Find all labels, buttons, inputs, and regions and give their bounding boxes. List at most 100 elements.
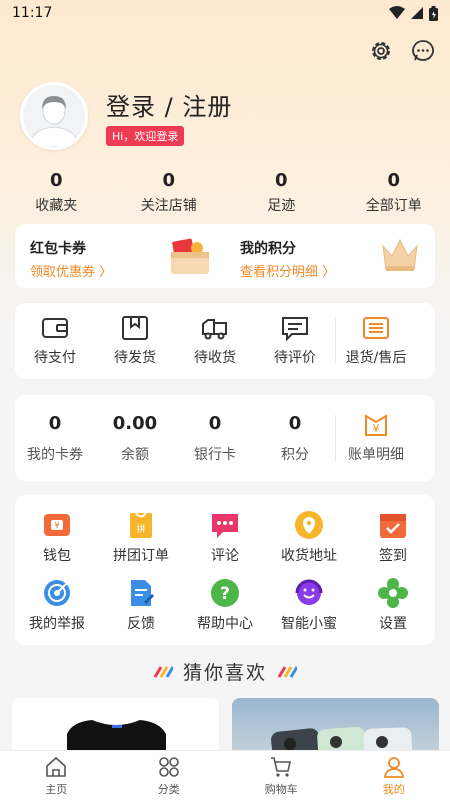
service-label: 帮助中心	[197, 616, 253, 632]
decor-stripe-icon	[277, 665, 297, 678]
order-pending-payment[interactable]: 待支付	[15, 315, 95, 367]
recommend-header: 猜你喜欢	[0, 658, 450, 685]
stat-footprints[interactable]: 0 足迹	[225, 170, 338, 215]
stat-followed-shops[interactable]: 0 关注店铺	[113, 170, 226, 215]
location-pin-icon	[295, 511, 323, 539]
points-entry[interactable]: 我的积分 查看积分明细 〉	[225, 224, 435, 288]
service-comments[interactable]: 评论	[183, 509, 267, 565]
service-label: 反馈	[127, 616, 155, 632]
welcome-badge: Hi，欢迎登录	[106, 125, 185, 146]
decor-stripe-icon	[153, 665, 173, 678]
recommend-title: 猜你喜欢	[182, 662, 267, 684]
service-label: 评论	[211, 548, 239, 564]
wallet-value: 0.00	[112, 412, 158, 434]
avatar[interactable]	[20, 82, 88, 150]
report-target-icon	[44, 580, 70, 606]
delivery-truck-icon	[202, 319, 227, 340]
wifi-icon	[389, 6, 405, 19]
stat-favorites[interactable]: 0 收藏夹	[0, 170, 113, 215]
service-label: 钱包	[43, 548, 71, 564]
service-help-center[interactable]: ? 帮助中心	[183, 577, 267, 633]
svg-text:?: ?	[220, 584, 230, 604]
wallet-outline-icon	[42, 318, 68, 338]
wallet-balance[interactable]: 0.00 余额	[95, 413, 175, 464]
services-card: ¥ 钱包 拼 拼团订单 评论 收货地址 签到 我的举报 反馈 ? 帮助中心 智能…	[15, 495, 435, 645]
wallet-my-coupons[interactable]: 0 我的卡券	[15, 413, 95, 464]
tab-cart[interactable]: 购物车	[225, 751, 338, 800]
tab-label: 购物车	[264, 783, 298, 796]
package-icon	[122, 316, 148, 340]
categories-icon	[158, 757, 179, 777]
wallet-bill-details[interactable]: ¥ 账单明细	[336, 412, 416, 464]
crown-icon	[382, 238, 418, 271]
service-smart-assistant[interactable]: 智能小蜜	[267, 577, 351, 633]
stat-all-orders[interactable]: 0 全部订单	[338, 170, 450, 215]
login-register-link[interactable]: 登录 / 注册	[106, 87, 232, 122]
order-label: 待发货	[114, 350, 156, 366]
order-label: 待支付	[34, 350, 76, 366]
tab-categories[interactable]: 分类	[113, 751, 226, 800]
battery-icon	[429, 5, 438, 21]
wallet-points[interactable]: 0 积分	[255, 413, 335, 464]
service-wallet[interactable]: ¥ 钱包	[15, 509, 99, 565]
stat-value: 0	[162, 170, 176, 191]
stat-label: 关注店铺	[140, 198, 197, 214]
wallet-value: 0	[48, 412, 62, 434]
wallet-bank-cards[interactable]: 0 银行卡	[175, 413, 255, 464]
tab-home[interactable]: 主页	[0, 751, 113, 800]
wallet-value: 0	[208, 412, 222, 434]
service-label: 签到	[379, 548, 407, 564]
wallet-label: 余额	[121, 446, 149, 463]
wallet-label: 账单明细	[348, 447, 404, 463]
profile-section: 登录 / 注册 Hi，欢迎登录	[20, 82, 232, 150]
service-group-orders[interactable]: 拼 拼团订单	[99, 509, 183, 565]
wallet-icon: ¥	[44, 514, 70, 536]
service-my-reports[interactable]: 我的举报	[15, 577, 99, 633]
service-feedback[interactable]: 反馈	[99, 577, 183, 633]
avatar-placeholder-icon	[23, 85, 85, 147]
red-envelope-wallet-icon	[171, 238, 209, 274]
status-time: 11:17	[12, 5, 53, 21]
message-icon[interactable]	[410, 38, 436, 64]
service-label: 设置	[379, 616, 407, 632]
product-card[interactable]	[12, 698, 219, 758]
service-checkin[interactable]: 签到	[351, 509, 435, 565]
stat-value: 0	[49, 170, 63, 191]
service-label: 我的举报	[29, 616, 85, 632]
status-bar: 11:17	[0, 0, 450, 26]
promo-card: 红包卡券 领取优惠券 〉 我的积分 查看积分明细 〉	[15, 224, 435, 288]
product-card[interactable]	[232, 698, 439, 758]
wallet-label: 积分	[281, 446, 309, 463]
calendar-check-icon	[380, 514, 406, 538]
user-stats: 0 收藏夹 0 关注店铺 0 足迹 0 全部订单	[0, 170, 450, 215]
service-label: 收货地址	[281, 548, 337, 564]
wallet-value: 0	[288, 412, 302, 434]
wallet-card: 0 我的卡券 0.00 余额 0 银行卡 0 积分 ¥ 账单明细	[15, 395, 435, 481]
order-pending-receipt[interactable]: 待收货	[175, 315, 255, 367]
coupons-entry[interactable]: 红包卡券 领取优惠券 〉	[15, 224, 225, 288]
signal-icon	[411, 7, 423, 19]
bottom-tab-bar: 主页 分类 购物车 我的	[0, 750, 450, 800]
service-label: 智能小蜜	[281, 616, 337, 632]
settings-flower-icon	[378, 578, 408, 608]
stat-label: 全部订单	[365, 198, 422, 214]
comment-box-icon	[282, 317, 308, 341]
svg-text:¥: ¥	[373, 422, 380, 435]
feedback-pencil-icon	[131, 580, 155, 606]
svg-text:拼: 拼	[136, 523, 145, 535]
tab-mine[interactable]: 我的	[338, 751, 450, 800]
svg-text:¥: ¥	[54, 521, 59, 530]
service-settings[interactable]: 设置	[351, 577, 435, 633]
order-pending-shipment[interactable]: 待发货	[95, 315, 175, 367]
order-label: 待评价	[274, 350, 316, 366]
product-image-tshirt	[67, 720, 166, 758]
order-label: 待收货	[194, 350, 236, 366]
order-returns[interactable]: 退货/售后	[336, 315, 416, 367]
order-pending-review[interactable]: 待评价	[255, 315, 335, 367]
stat-value: 0	[274, 170, 288, 191]
tab-label: 我的	[382, 783, 405, 796]
service-address[interactable]: 收货地址	[267, 509, 351, 565]
settings-gear-icon[interactable]	[368, 38, 394, 64]
tab-label: 主页	[45, 783, 68, 796]
service-label: 拼团订单	[113, 548, 169, 564]
